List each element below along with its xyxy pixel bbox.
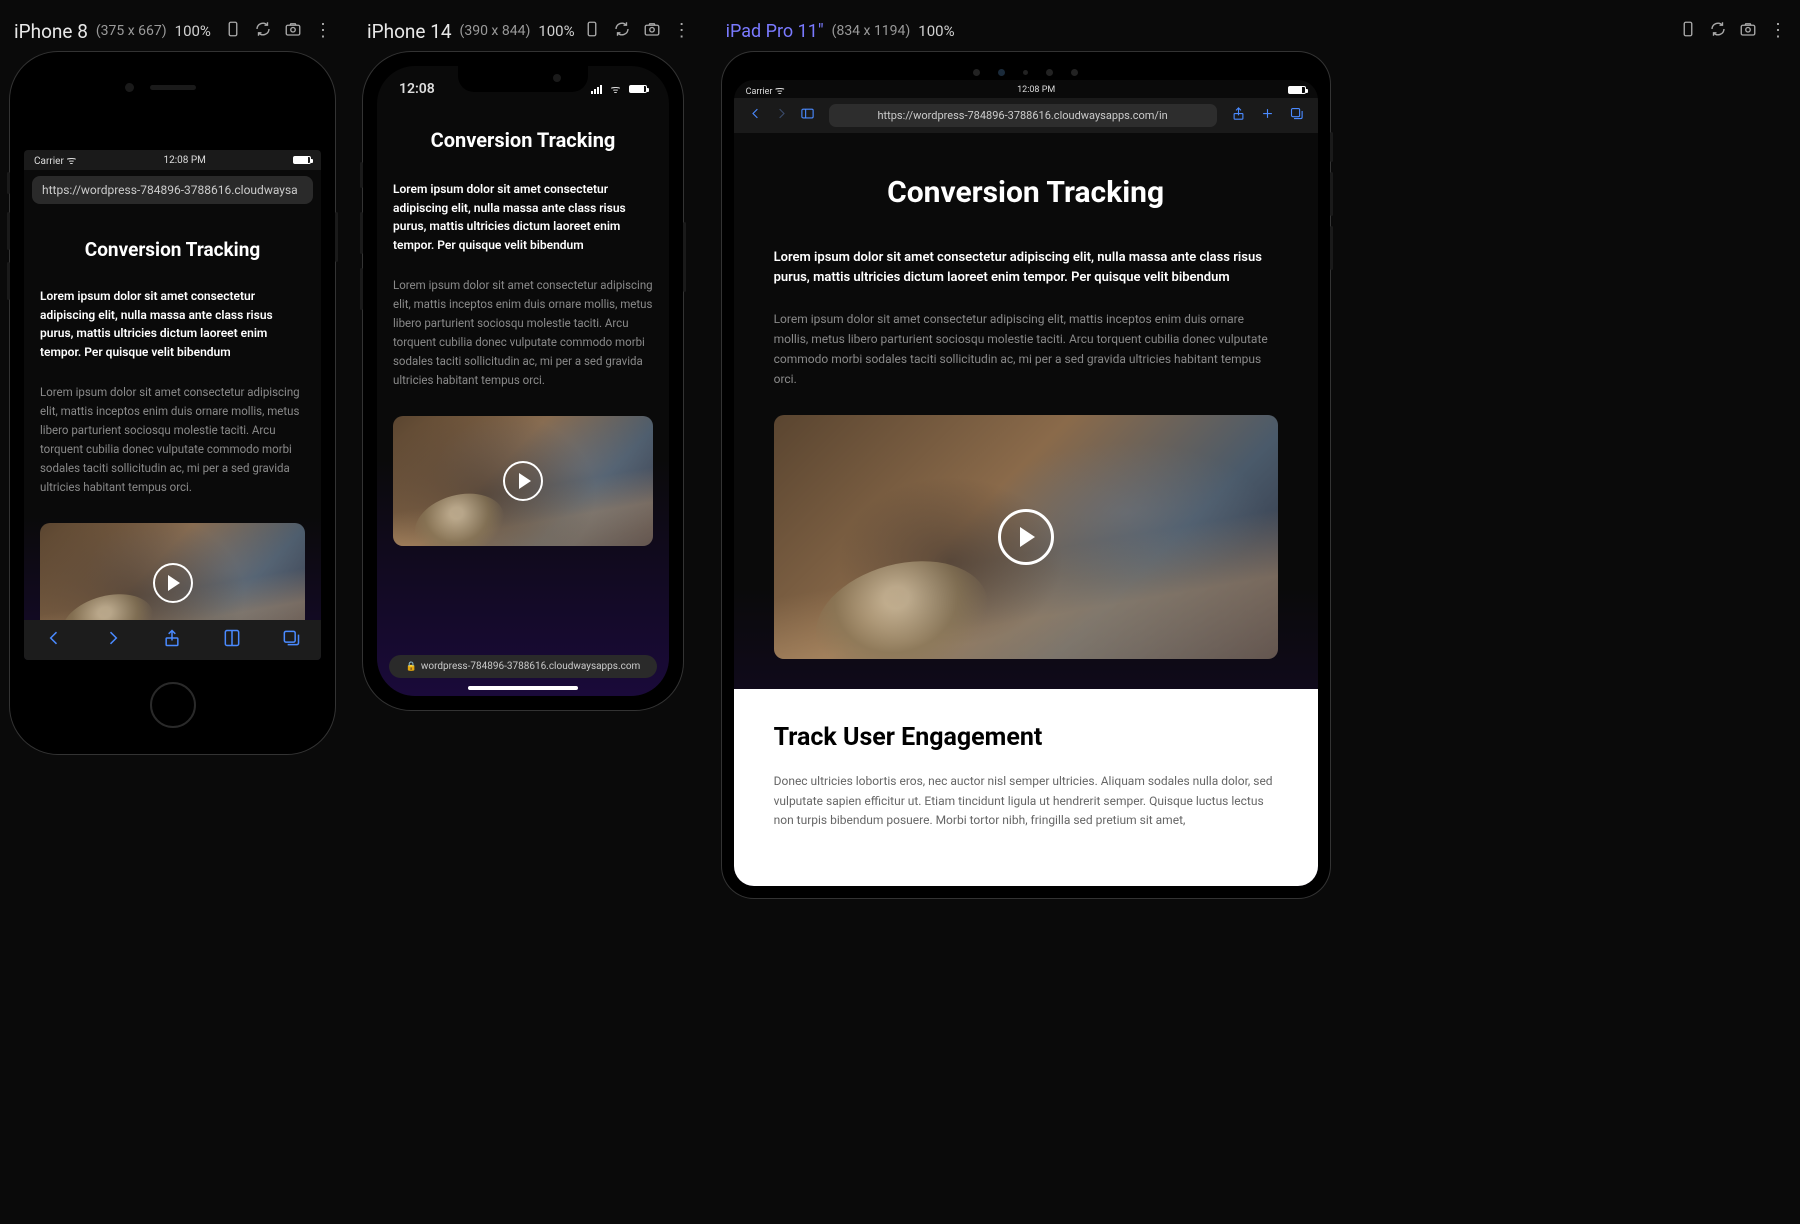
- page-title: Conversion Tracking: [40, 238, 305, 261]
- safari-toolbar: https://wordpress-784896-3788616.cloudwa…: [734, 98, 1318, 133]
- sidebar-icon[interactable]: [800, 106, 815, 125]
- device-header: iPhone 14 (390 x 844) 100% ⋮: [363, 10, 694, 52]
- lead-paragraph: Lorem ipsum dolor sit amet consectetur a…: [393, 180, 653, 254]
- device-zoom: 100%: [175, 22, 211, 40]
- device-zoom: 100%: [918, 22, 954, 40]
- body-paragraph: Lorem ipsum dolor sit amet consectetur a…: [774, 310, 1278, 389]
- refresh-icon[interactable]: [254, 20, 272, 42]
- device-viewport[interactable]: Carrier ᯤ 12:08 PM https://wordpress-784…: [24, 150, 321, 660]
- device-header: iPad Pro 11" (834 x 1194) 100% ⋮: [722, 10, 1790, 52]
- device-header: iPhone 8 (375 x 667) 100% ⋮: [10, 10, 335, 52]
- tabs-icon[interactable]: [1289, 106, 1304, 125]
- refresh-icon[interactable]: [613, 20, 631, 42]
- play-icon[interactable]: [153, 563, 193, 603]
- device-dimensions: (834 x 1194): [832, 23, 911, 39]
- status-time: 12:08 PM: [163, 155, 205, 166]
- device-dimensions: (375 x 667): [96, 23, 167, 39]
- body-paragraph: Lorem ipsum dolor sit amet consectetur a…: [40, 383, 305, 497]
- share-icon[interactable]: [162, 628, 182, 652]
- screenshot-icon[interactable]: [643, 20, 661, 42]
- device-name: iPad Pro 11": [726, 21, 824, 42]
- address-bar[interactable]: https://wordpress-784896-3788616.cloudwa…: [32, 176, 313, 204]
- status-time: 12:08: [399, 81, 435, 97]
- device-zoom: 100%: [538, 22, 574, 40]
- tablet-frame: Carrier ᯤ 12:08 PM https://wordpress-784…: [722, 52, 1330, 898]
- rotate-device-icon[interactable]: [224, 20, 242, 42]
- status-bar: Carrier ᯤ 12:08 PM: [734, 80, 1318, 98]
- forward-icon[interactable]: [774, 106, 786, 125]
- page-title: Conversion Tracking: [393, 128, 653, 152]
- device-ipad: iPad Pro 11" (834 x 1194) 100% ⋮ Carrier…: [722, 10, 1790, 898]
- video-thumbnail[interactable]: [393, 416, 653, 546]
- video-thumbnail[interactable]: [774, 415, 1278, 659]
- more-options-icon[interactable]: ⋮: [314, 22, 331, 40]
- section-body: Donec ultricies lobortis eros, nec aucto…: [774, 772, 1278, 830]
- screenshot-icon[interactable]: [1739, 20, 1757, 42]
- address-bar[interactable]: https://wordpress-784896-3788616.cloudwa…: [829, 104, 1217, 127]
- device-name: iPhone 8: [14, 20, 88, 43]
- safari-toolbar: 🔒wordpress-784896-3788616.cloudwaysapps.…: [377, 655, 669, 696]
- refresh-icon[interactable]: [1709, 20, 1727, 42]
- screenshot-icon[interactable]: [284, 20, 302, 42]
- more-options-icon[interactable]: ⋮: [1769, 22, 1786, 40]
- content-section: Track User Engagement Donec ultricies lo…: [734, 689, 1318, 886]
- device-dimensions: (390 x 844): [460, 23, 531, 39]
- device-iphone14: iPhone 14 (390 x 844) 100% ⋮ 12:08 ᯤ Con…: [363, 10, 694, 710]
- back-icon[interactable]: [44, 628, 64, 652]
- tabs-icon[interactable]: [281, 628, 301, 652]
- back-icon[interactable]: [748, 106, 760, 125]
- share-icon[interactable]: [1231, 106, 1246, 125]
- lead-paragraph: Lorem ipsum dolor sit amet consectetur a…: [40, 287, 305, 361]
- phone-frame: Carrier ᯤ 12:08 PM https://wordpress-784…: [10, 52, 335, 754]
- new-tab-icon[interactable]: [1260, 106, 1275, 125]
- forward-icon[interactable]: [103, 628, 123, 652]
- play-icon[interactable]: [998, 509, 1054, 565]
- home-indicator[interactable]: [468, 686, 578, 690]
- rotate-device-icon[interactable]: [583, 20, 601, 42]
- device-name: iPhone 14: [367, 20, 452, 43]
- address-bar[interactable]: 🔒wordpress-784896-3788616.cloudwaysapps.…: [389, 655, 657, 678]
- rotate-device-icon[interactable]: [1679, 20, 1697, 42]
- device-viewport[interactable]: 12:08 ᯤ Conversion Tracking Lorem ipsum …: [377, 66, 669, 696]
- page-title: Conversion Tracking: [774, 175, 1278, 210]
- play-icon[interactable]: [503, 461, 543, 501]
- body-paragraph: Lorem ipsum dolor sit amet consectetur a…: [393, 276, 653, 390]
- safari-toolbar: [24, 620, 321, 660]
- status-bar: Carrier ᯤ 12:08 PM: [24, 150, 321, 170]
- home-button[interactable]: [150, 682, 196, 728]
- status-time: 12:08 PM: [1017, 85, 1055, 95]
- device-viewport[interactable]: Carrier ᯤ 12:08 PM https://wordpress-784…: [734, 80, 1318, 886]
- lead-paragraph: Lorem ipsum dolor sit amet consectetur a…: [774, 248, 1278, 288]
- device-iphone8: iPhone 8 (375 x 667) 100% ⋮ Carrier ᯤ 12…: [10, 10, 335, 754]
- phone-frame: 12:08 ᯤ Conversion Tracking Lorem ipsum …: [363, 52, 683, 710]
- more-options-icon[interactable]: ⋮: [673, 22, 690, 40]
- section-title: Track User Engagement: [774, 723, 1278, 752]
- lock-icon: 🔒: [406, 662, 417, 672]
- bookmarks-icon[interactable]: [222, 628, 242, 652]
